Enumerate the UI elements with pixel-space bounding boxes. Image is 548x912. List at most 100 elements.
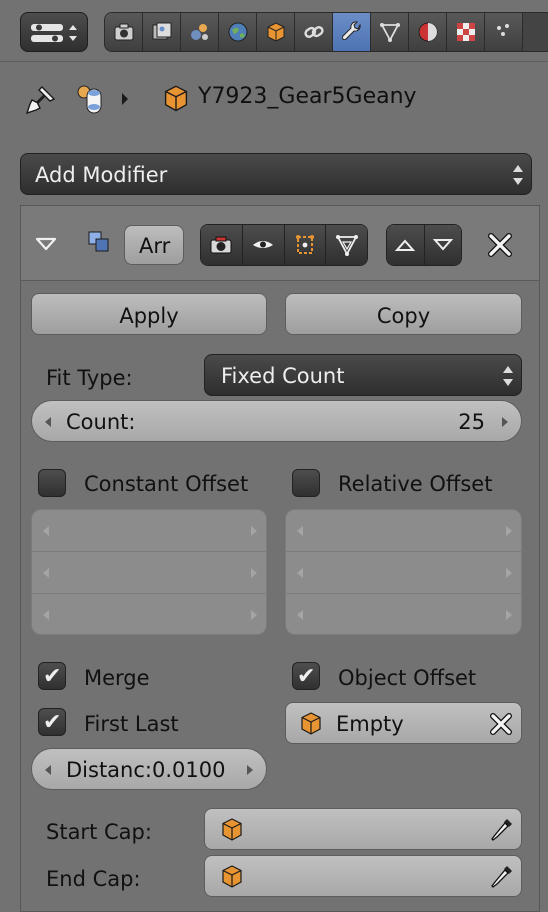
- breadcrumb-arrow-icon: [122, 93, 128, 105]
- move-modifier-buttons: [386, 224, 462, 266]
- tab-data[interactable]: [371, 13, 409, 51]
- relative-offset-x[interactable]: 1.000: [286, 510, 521, 552]
- decrement-arrow-icon[interactable]: [44, 764, 52, 776]
- increment-arrow-icon: [506, 568, 512, 578]
- relative-offset-label: Relative Offset: [338, 472, 493, 496]
- axis-value: 1.000: [426, 519, 487, 543]
- decrement-arrow-icon: [43, 526, 49, 536]
- tab-particles[interactable]: [485, 13, 523, 51]
- axis-label: X:: [64, 519, 86, 543]
- relative-offset-y[interactable]: 0.000: [286, 552, 521, 594]
- axis-value: 0.00000: [145, 519, 232, 543]
- render-layers-icon: [152, 22, 171, 40]
- object-cube-icon: [222, 865, 242, 888]
- tab-modifiers[interactable]: [333, 13, 371, 51]
- collapse-triangle-icon[interactable]: [34, 236, 58, 252]
- axis-value: 0.000: [426, 603, 487, 627]
- decrement-arrow-icon: [43, 568, 49, 578]
- relative-offset-z[interactable]: 0.000: [286, 594, 521, 634]
- move-down-button[interactable]: [424, 225, 461, 265]
- world-icon: [228, 22, 247, 42]
- dropdown-arrows-icon: [513, 165, 523, 185]
- editmode-toggle[interactable]: [284, 225, 327, 265]
- constant-offset-x[interactable]: X: 0.00000: [32, 510, 266, 552]
- array-modifier-icon: [88, 231, 109, 252]
- edit-mode-icon: [295, 235, 314, 254]
- camera-icon: [210, 236, 232, 254]
- cage-toggle[interactable]: [326, 225, 367, 265]
- modifier-name: Arr: [139, 234, 171, 258]
- tab-object[interactable]: [257, 13, 295, 51]
- clear-field-icon[interactable]: [488, 711, 514, 737]
- eyedropper-icon[interactable]: [489, 816, 515, 844]
- count-label: Count:: [66, 410, 136, 434]
- merge-checkbox[interactable]: ✔: [38, 662, 66, 690]
- tab-scene[interactable]: [181, 13, 219, 51]
- end-cap-label: End Cap:: [46, 867, 141, 891]
- constant-offset-z[interactable]: Z: 0.00000: [32, 594, 266, 634]
- object-offset-checkbox[interactable]: ✔: [292, 662, 320, 690]
- add-modifier-dropdown[interactable]: Add Modifier: [20, 153, 532, 195]
- modifier-name-field[interactable]: Arr: [124, 225, 184, 265]
- object-cube-icon: [301, 712, 321, 735]
- relative-offset-vector: 1.000 0.000 0.000: [285, 509, 522, 635]
- end-cap-field[interactable]: [204, 855, 522, 897]
- close-modifier-icon[interactable]: [486, 232, 514, 258]
- tab-render[interactable]: [105, 13, 143, 51]
- render-toggle[interactable]: [201, 225, 243, 265]
- tab-world[interactable]: [219, 13, 257, 51]
- eye-icon: [253, 241, 274, 248]
- axis-value: 0.00000: [145, 603, 232, 627]
- arrow-down-icon: [432, 239, 453, 251]
- apply-label: Apply: [119, 304, 179, 328]
- start-cap-field[interactable]: [204, 808, 522, 850]
- first-last-checkbox[interactable]: ✔: [38, 708, 66, 736]
- merge-distance-field[interactable]: Distanc:0.0100: [31, 748, 267, 790]
- axis-label: Y:: [64, 561, 82, 585]
- material-icon: [418, 22, 437, 42]
- move-up-button[interactable]: [387, 225, 425, 265]
- editor-type-selector[interactable]: [20, 12, 88, 52]
- object-data-icon: [77, 85, 102, 114]
- modifier-visibility-toggles: [200, 224, 368, 266]
- pin-icon[interactable]: [24, 84, 60, 116]
- fit-type-label: Fit Type:: [46, 366, 133, 390]
- arrow-up-icon: [395, 239, 416, 251]
- camera-icon: [114, 23, 133, 41]
- tab-material[interactable]: [409, 13, 447, 51]
- relative-offset-checkbox[interactable]: [292, 469, 320, 497]
- increment-arrow-icon[interactable]: [246, 764, 254, 776]
- add-modifier-label: Add Modifier: [35, 163, 168, 187]
- increment-arrow-icon: [251, 568, 257, 578]
- increment-arrow-icon[interactable]: [501, 416, 509, 428]
- constant-offset-vector: X: 0.00000 Y: 0.00000 Z: 0.00000: [31, 509, 267, 635]
- apply-button[interactable]: Apply: [31, 293, 267, 335]
- increment-arrow-icon: [506, 526, 512, 536]
- first-last-label: First Last: [84, 712, 179, 736]
- axis-value: 0.000: [426, 561, 487, 585]
- copy-button[interactable]: Copy: [285, 293, 522, 335]
- axis-value: 0.00000: [145, 561, 232, 585]
- object-offset-field[interactable]: Empty: [285, 702, 522, 744]
- increment-arrow-icon: [251, 610, 257, 620]
- count-field[interactable]: Count: 25: [31, 400, 522, 442]
- scene-icon: [190, 24, 208, 40]
- object-cube-icon: [164, 85, 188, 112]
- tab-constraints[interactable]: [295, 13, 333, 51]
- object-cube-icon: [222, 818, 242, 841]
- fit-type-dropdown[interactable]: Fixed Count: [204, 354, 522, 396]
- count-value: 25: [458, 410, 485, 434]
- constant-offset-checkbox[interactable]: [38, 469, 66, 497]
- object-offset-label: Object Offset: [338, 666, 477, 690]
- fit-type-value: Fixed Count: [221, 364, 345, 388]
- decrement-arrow-icon: [297, 568, 303, 578]
- tab-texture[interactable]: [447, 13, 485, 51]
- viewport-toggle[interactable]: [242, 225, 285, 265]
- increment-arrow-icon: [251, 526, 257, 536]
- constant-offset-y[interactable]: Y: 0.00000: [32, 552, 266, 594]
- wrench-icon: [341, 21, 361, 41]
- mesh-data-icon: [379, 23, 400, 42]
- eyedropper-icon[interactable]: [489, 863, 515, 891]
- tab-render-layers[interactable]: [143, 13, 181, 51]
- decrement-arrow-icon[interactable]: [44, 416, 52, 428]
